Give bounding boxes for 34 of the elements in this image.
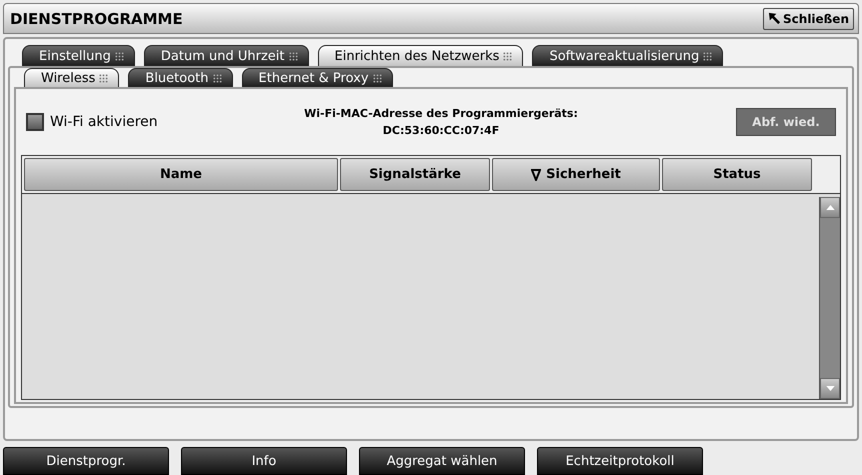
down-arrow-icon <box>826 386 834 391</box>
tab[interactable]: Wireless <box>24 68 120 87</box>
nav-button[interactable]: Info <box>181 447 347 475</box>
grip-icon <box>703 52 712 60</box>
nav-button[interactable]: Aggregat wählen <box>359 447 525 475</box>
tab[interactable]: Softwareaktualisierung <box>532 45 724 66</box>
tab[interactable]: Einstellung <box>22 45 135 66</box>
checkbox[interactable] <box>26 113 44 131</box>
scroll-up-button[interactable] <box>820 197 840 218</box>
scroll-down-button[interactable] <box>820 378 840 399</box>
tab[interactable]: Bluetooth <box>128 68 233 87</box>
tab[interactable]: Datum und Uhrzeit <box>144 45 308 66</box>
mac-address-value: DC:53:60:CC:07:4F <box>382 124 500 137</box>
grip-icon <box>503 52 512 60</box>
scrollbar[interactable] <box>819 197 840 399</box>
column-header[interactable]: Status <box>662 158 812 191</box>
window-title: DIENSTPROGRAMME <box>10 10 183 28</box>
column-header[interactable]: Name <box>24 158 338 191</box>
grip-icon <box>212 74 222 82</box>
column-header[interactable]: Sicherheit <box>492 158 660 191</box>
pointer-arrow-icon <box>768 12 782 25</box>
tab[interactable]: Einrichten des Netzwerks <box>318 45 524 66</box>
nav-button[interactable]: Dienstprogr. <box>3 447 169 475</box>
tab[interactable]: Ethernet & Proxy <box>242 68 393 87</box>
grip-icon <box>372 74 382 82</box>
grip-icon <box>288 52 298 60</box>
grip-icon <box>99 74 108 82</box>
nav-button[interactable]: Echtzeitprotokoll <box>537 447 703 475</box>
column-header[interactable]: Signalstärke <box>340 158 490 191</box>
up-arrow-icon <box>826 205 834 210</box>
mac-address-label: Wi-Fi-MAC-Adresse des Programmiergeräts: <box>304 107 578 120</box>
grip-icon <box>114 52 124 60</box>
checkbox-label: Wi-Fi aktivieren <box>50 114 158 130</box>
close-button[interactable]: Schließen <box>763 8 854 30</box>
